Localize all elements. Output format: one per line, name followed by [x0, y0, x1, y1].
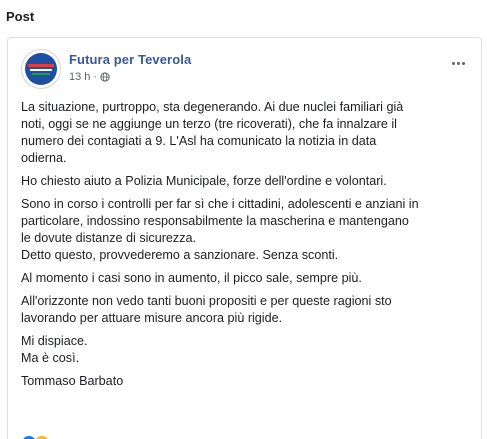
post-body: La situazione, purtroppo, sta degenerand… [21, 99, 476, 396]
page-avatar[interactable] [21, 49, 61, 89]
post-meta: 13 h · [69, 71, 110, 83]
post-header: Futura per Teverola 13 h · [21, 49, 471, 89]
page-name-link[interactable]: Futura per Teverola [69, 52, 191, 67]
section-title: Post [6, 9, 35, 24]
meta-separator: · [93, 71, 98, 83]
post-paragraph: Sono in corso i controlli per far sì che… [21, 197, 419, 262]
post-paragraph: Ho chiesto aiuto a Polizia Municipale, f… [21, 174, 387, 188]
reaction-summary[interactable] [21, 435, 50, 439]
post-timestamp[interactable]: 13 h [69, 71, 90, 83]
page-logo-icon [25, 53, 57, 85]
post-paragraph: La situazione, purtroppo, sta degenerand… [21, 100, 404, 165]
post-paragraph: Mi dispiace. Ma è così. [21, 334, 88, 365]
post-signature: Tommaso Barbato [21, 374, 124, 388]
post-card: Futura per Teverola 13 h · La situazione… [7, 37, 482, 439]
post-paragraph: Al momento i casi sono in aumento, il pi… [21, 271, 362, 285]
haha-reaction-icon [34, 435, 50, 439]
more-options-icon[interactable] [447, 55, 469, 71]
globe-icon[interactable] [100, 72, 110, 82]
post-paragraph: All'orizzonte non vedo tanti buoni propo… [21, 294, 392, 325]
